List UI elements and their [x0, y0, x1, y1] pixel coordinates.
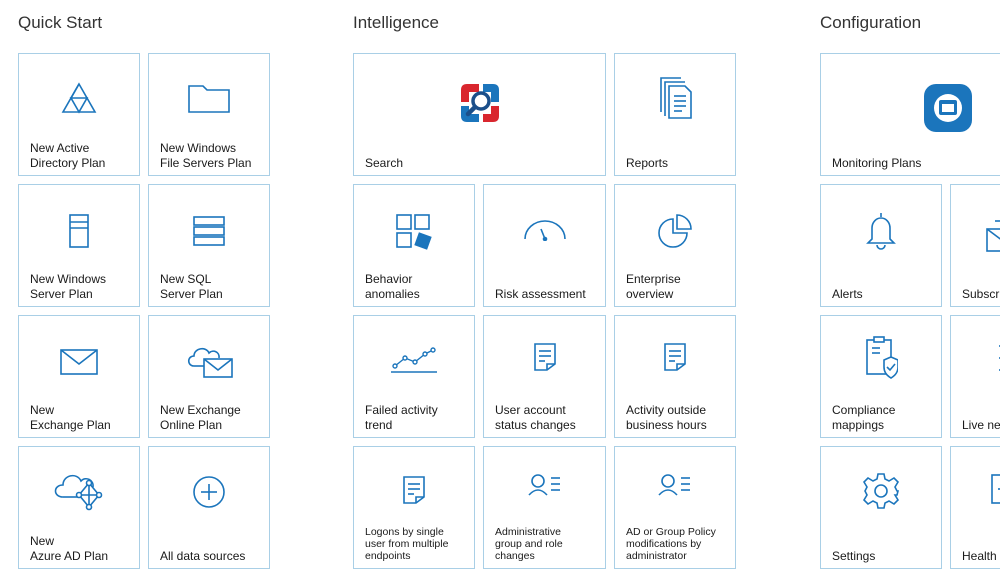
tile-label: Behavior anomalies — [365, 272, 420, 301]
trend-line-icon — [354, 346, 474, 374]
cloud-envelope-icon — [149, 344, 269, 378]
user-list-icon — [484, 473, 605, 497]
tile-label: Compliance mappings — [832, 403, 896, 432]
search-tile[interactable]: Search — [353, 53, 606, 176]
tile-label: Reports — [626, 155, 669, 170]
bell-icon — [821, 211, 941, 251]
administrative-group-role-changes-tile[interactable]: Administrative group and role changes — [483, 446, 606, 569]
live-news-tile[interactable]: Live ne — [950, 315, 1000, 438]
all-data-sources-tile[interactable]: All data sources — [148, 446, 270, 569]
tile-label: Monitoring Plans — [832, 155, 922, 170]
subscriptions-tile[interactable]: Subscr — [950, 184, 1000, 307]
reports-tile[interactable]: Reports — [614, 53, 736, 176]
server-tower-icon — [19, 213, 139, 249]
anomaly-grid-icon — [354, 213, 474, 251]
plus-circle-icon — [149, 475, 269, 509]
user-list-icon — [615, 473, 735, 497]
compliance-mappings-tile[interactable]: Compliance mappings — [820, 315, 942, 438]
intelligence-heading: Intelligence — [353, 13, 440, 32]
tile-label: Alerts — [832, 286, 863, 301]
behavior-anomalies-tile[interactable]: Behavior anomalies — [353, 184, 475, 307]
tile-label: Logons by single user from multiple endp… — [365, 526, 449, 562]
new-windows-server-plan-tile[interactable]: New Windows Server Plan — [18, 184, 140, 307]
enterprise-overview-tile[interactable]: Enterprise overview — [614, 184, 736, 307]
failed-activity-trend-tile[interactable]: Failed activity trend — [353, 315, 475, 438]
tile-label: Administrative group and role changes — [495, 526, 563, 562]
document-icon — [615, 342, 735, 372]
configuration-heading: Configuration — [820, 13, 922, 32]
monitoring-app-icon — [821, 84, 1000, 132]
tile-label: New Windows Server Plan — [30, 272, 107, 301]
tile-label: Activity outside business hours — [626, 403, 707, 432]
document-icon — [484, 342, 605, 372]
tile-label: Enterprise overview — [626, 272, 681, 301]
new-azure-ad-plan-tile[interactable]: New Azure AD Plan — [18, 446, 140, 569]
new-windows-file-servers-plan-tile[interactable]: New Windows File Servers Plan — [148, 53, 270, 176]
alerts-tile[interactable]: Alerts — [820, 184, 942, 307]
envelope-icon — [19, 348, 139, 376]
health-icon — [989, 473, 1000, 505]
subscription-icon — [983, 211, 1000, 255]
search-logo-icon — [354, 80, 605, 126]
tile-label: Health — [962, 548, 997, 563]
tile-label: Settings — [832, 548, 876, 563]
tile-label: New Active Directory Plan — [30, 141, 106, 170]
tile-label: New Exchange Plan — [30, 403, 111, 432]
new-active-directory-plan-tile[interactable]: New Active Directory Plan — [18, 53, 140, 176]
cloud-network-icon — [19, 469, 139, 511]
gauge-icon — [484, 219, 605, 241]
ad-group-policy-modifications-tile[interactable]: AD or Group Policy modifications by admi… — [614, 446, 736, 569]
tile-label: Failed activity trend — [365, 403, 438, 432]
tile-label: New Windows File Servers Plan — [160, 141, 252, 170]
tile-label: New SQL Server Plan — [160, 272, 223, 301]
logons-by-single-user-tile[interactable]: Logons by single user from multiple endp… — [353, 446, 475, 569]
tile-label: Search — [365, 155, 404, 170]
gear-icon — [821, 471, 941, 511]
tile-label: AD or Group Policy modifications by admi… — [626, 526, 716, 562]
tile-label: All data sources — [160, 548, 246, 563]
quick-start-heading: Quick Start — [18, 13, 103, 32]
active-directory-icon — [19, 82, 139, 114]
activity-outside-business-hours-tile[interactable]: Activity outside business hours — [614, 315, 736, 438]
user-account-status-changes-tile[interactable]: User account status changes — [483, 315, 606, 438]
documents-icon — [615, 76, 735, 120]
tile-label: New Azure AD Plan — [30, 534, 109, 563]
health-tile[interactable]: Health — [950, 446, 1000, 569]
tile-label: User account status changes — [495, 403, 576, 432]
new-exchange-plan-tile[interactable]: New Exchange Plan — [18, 315, 140, 438]
tile-label: New Exchange Online Plan — [160, 403, 241, 432]
document-icon — [354, 475, 474, 505]
compliance-shield-icon — [821, 336, 941, 380]
tile-label: Risk assessment — [495, 286, 586, 301]
tile-label: Live ne — [962, 417, 1000, 432]
tile-label: Subscr — [962, 286, 1000, 301]
new-sql-server-plan-tile[interactable]: New SQL Server Plan — [148, 184, 270, 307]
risk-assessment-tile[interactable]: Risk assessment — [483, 184, 606, 307]
monitoring-plans-tile[interactable]: Monitoring Plans — [820, 53, 1000, 176]
pie-chart-icon — [615, 213, 735, 249]
new-exchange-online-plan-tile[interactable]: New Exchange Online Plan — [148, 315, 270, 438]
settings-tile[interactable]: Settings — [820, 446, 942, 569]
database-stack-icon — [149, 215, 269, 247]
folder-icon — [149, 84, 269, 114]
